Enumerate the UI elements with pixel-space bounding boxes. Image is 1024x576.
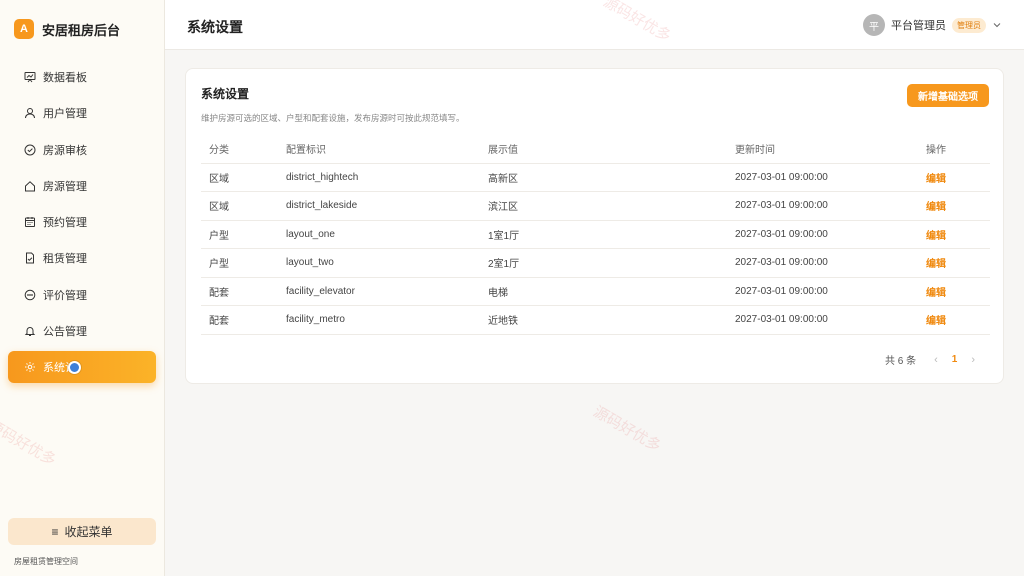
cell-category: 配套: [201, 277, 286, 306]
cell-value: 电梯: [488, 277, 735, 306]
menu-lines-icon: ≡: [51, 524, 59, 539]
edit-link[interactable]: 编辑: [926, 174, 946, 185]
sidebar-item-listings[interactable]: 房源管理: [8, 170, 156, 202]
user-icon: [24, 107, 36, 119]
table-row: 户型 layout_two 2室1厅 2027-03-01 09:00:00 编…: [201, 248, 990, 278]
sidebar-item-label: 公告管理: [43, 326, 87, 339]
sidebar-item-label: 房源审核: [43, 144, 87, 157]
dashboard-icon: [24, 71, 36, 83]
cell-value: 高新区: [488, 163, 735, 192]
brand-logo: A: [14, 19, 34, 39]
sidebar-item-announcements[interactable]: 公告管理: [8, 315, 156, 347]
cell-updated: 2027-03-01 09:00:00: [735, 248, 926, 278]
cell-category: 户型: [201, 220, 286, 249]
sidebar-item-settings[interactable]: 系统设: [8, 351, 156, 384]
cell-updated: 2027-03-01 09:00:00: [735, 191, 926, 221]
collapse-menu-label: 收起菜单: [64, 525, 113, 539]
calendar-icon: [24, 216, 36, 228]
top-header: 系统设置 平 平台管理员 管理员: [165, 0, 1024, 50]
table-row: 配套 facility_elevator 电梯 2027-03-01 09:00…: [201, 277, 990, 306]
cell-key: layout_one: [286, 220, 488, 249]
cell-key: district_lakeside: [286, 191, 488, 221]
house-icon: [24, 180, 36, 192]
table-row: 户型 layout_one 1室1厅 2027-03-01 09:00:00 编…: [201, 220, 990, 249]
sidebar-item-dashboard[interactable]: 数据看板: [8, 61, 156, 93]
cursor-indicator: [68, 360, 81, 374]
sidebar-item-label: 数据看板: [43, 72, 87, 84]
prev-page-button[interactable]: ‹: [934, 354, 938, 366]
user-name: 平台管理员: [891, 20, 946, 32]
collapse-menu-button[interactable]: ≡ 收起菜单: [8, 518, 156, 545]
sidebar-item-appointments[interactable]: 预约管理: [8, 206, 156, 238]
sidebar-item-label: 房源管理: [43, 180, 87, 193]
settings-table: 分类 配置标识 展示值 更新时间 操作 区域 district_hightech…: [201, 135, 990, 335]
sidebar: A 安居租房后台 数据看板 用户管理 房源审核 房源管理 预约管理 租赁管理 评…: [0, 0, 165, 576]
settings-card: 系统设置 维护房源可选的区域、户型和配套设施，发布房源时可按此规范填写。 新增基…: [185, 68, 1004, 384]
cell-category: 区域: [201, 191, 286, 221]
edit-link[interactable]: 编辑: [926, 259, 946, 270]
cell-updated: 2027-03-01 09:00:00: [735, 163, 926, 192]
cell-key: district_hightech: [286, 163, 488, 192]
cell-value: 滨江区: [488, 191, 735, 221]
sidebar-item-users[interactable]: 用户管理: [8, 97, 156, 129]
brand-name: 安居租房后台: [42, 22, 121, 38]
check-circle-icon: [24, 144, 36, 156]
sidebar-item-leases[interactable]: 租赁管理: [8, 242, 156, 274]
page-number-button[interactable]: 1: [952, 354, 958, 365]
cell-updated: 2027-03-01 09:00:00: [735, 220, 926, 249]
cell-value: 2室1厅: [488, 248, 735, 278]
edit-link[interactable]: 编辑: [926, 288, 946, 299]
column-header-value: 展示值: [488, 135, 735, 164]
sidebar-footer: 房屋租赁管理空间: [14, 557, 78, 566]
cell-category: 区域: [201, 163, 286, 192]
cell-category: 户型: [201, 248, 286, 278]
column-header-category: 分类: [201, 135, 286, 164]
add-option-button[interactable]: 新增基础选项: [907, 84, 989, 107]
table-row: 配套 facility_metro 近地铁 2027-03-01 09:00:0…: [201, 305, 990, 335]
chevron-down-icon: [993, 23, 1001, 28]
cell-category: 配套: [201, 305, 286, 335]
cell-updated: 2027-03-01 09:00:00: [735, 277, 926, 306]
column-header-updated: 更新时间: [735, 135, 926, 164]
avatar: 平: [863, 14, 885, 36]
sidebar-item-label: 评价管理: [43, 289, 87, 302]
cell-key: facility_elevator: [286, 277, 488, 306]
cell-value: 近地铁: [488, 305, 735, 335]
bell-icon: [24, 325, 36, 337]
sidebar-item-label: 租赁管理: [43, 253, 87, 266]
comment-icon: [24, 289, 36, 301]
cell-value: 1室1厅: [488, 220, 735, 249]
pagination-total: 共 6 条: [884, 356, 917, 367]
watermark: 源码好优多: [590, 403, 664, 456]
user-menu[interactable]: 平 平台管理员 管理员: [863, 14, 1002, 36]
role-badge: 管理员: [952, 17, 986, 33]
sidebar-item-label: 用户管理: [43, 108, 87, 121]
cell-updated: 2027-03-01 09:00:00: [735, 305, 926, 335]
edit-link[interactable]: 编辑: [926, 231, 946, 242]
edit-link[interactable]: 编辑: [926, 316, 946, 327]
next-page-button[interactable]: ›: [971, 354, 975, 366]
sidebar-nav: 数据看板 用户管理 房源审核 房源管理 预约管理 租赁管理 评价管理 公告管理: [8, 61, 156, 388]
column-header-key: 配置标识: [286, 135, 488, 164]
document-icon: [24, 252, 36, 264]
column-header-action: 操作: [926, 135, 990, 164]
table-header-row: 分类 配置标识 展示值 更新时间 操作: [201, 135, 990, 164]
card-title: 系统设置: [201, 87, 250, 101]
sidebar-item-listing-review[interactable]: 房源审核: [8, 134, 156, 166]
table-row: 区域 district_hightech 高新区 2027-03-01 09:0…: [201, 163, 990, 192]
edit-link[interactable]: 编辑: [926, 202, 946, 213]
cell-key: facility_metro: [286, 305, 488, 335]
sidebar-item-reviews[interactable]: 评价管理: [8, 279, 156, 311]
pagination: 共 6 条 ‹ 1 ›: [884, 352, 983, 368]
table-row: 区域 district_lakeside 滨江区 2027-03-01 09:0…: [201, 191, 990, 221]
sidebar-item-label: 预约管理: [43, 217, 87, 230]
card-description: 维护房源可选的区域、户型和配套设施，发布房源时可按此规范填写。: [201, 113, 465, 123]
cell-key: layout_two: [286, 248, 488, 278]
page-title: 系统设置: [187, 19, 243, 35]
gear-icon: [24, 361, 36, 373]
brand[interactable]: A 安居租房后台: [14, 19, 120, 39]
